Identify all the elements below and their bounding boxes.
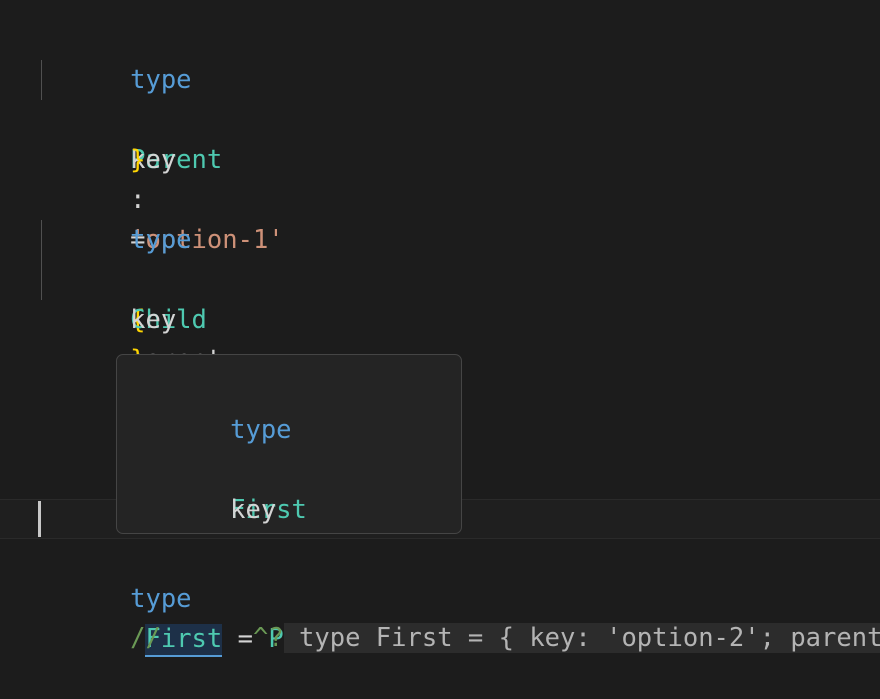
code-line[interactable]: } <box>38 100 145 175</box>
code-line-twoslash-query[interactable]: // ^? type First = { key: 'option-2'; pa… <box>38 578 880 653</box>
inline-type-hint: type First = { key: 'option-2'; parent: … <box>283 623 880 653</box>
code-lines: type Parent = { key : 'option-1' } type … <box>0 0 880 657</box>
code-line[interactable]: type Child = { <box>38 180 207 495</box>
code-line-empty[interactable] <box>38 460 53 500</box>
code-line-empty[interactable] <box>38 340 53 380</box>
code-line[interactable]: } <box>38 300 145 375</box>
code-line[interactable]: key : 'option-1' <box>38 60 284 255</box>
code-line-empty[interactable] <box>38 420 53 460</box>
code-line-type-first[interactable]: type First = Prettify<Child>; <box>38 539 514 657</box>
token-brace: } <box>130 145 146 175</box>
tooltip-line: } <box>138 490 245 530</box>
code-line-empty[interactable] <box>38 140 53 180</box>
code-line[interactable]: type Parent = { <box>38 20 222 335</box>
type-hover-popup[interactable]: type First = { key : 'option-2' ; parent… <box>116 354 462 534</box>
code-line[interactable]: key : 'option-2' , <box>38 220 284 455</box>
token-comment-slashes: // <box>130 623 161 653</box>
tooltip-line: key : 'option-2' ; <box>138 410 384 525</box>
twoslash-query-marker: ^? <box>252 623 284 653</box>
tooltip-line: type First = { <box>138 370 307 525</box>
text-caret <box>38 501 41 537</box>
code-editor[interactable]: type Parent = { key : 'option-1' } type … <box>0 0 880 657</box>
code-line[interactable]: parent : Parent , <box>38 260 222 495</box>
tooltip-line: parent : Parent ; <box>138 450 322 490</box>
token-comment-gap <box>161 623 253 653</box>
code-line-empty[interactable] <box>38 380 53 420</box>
